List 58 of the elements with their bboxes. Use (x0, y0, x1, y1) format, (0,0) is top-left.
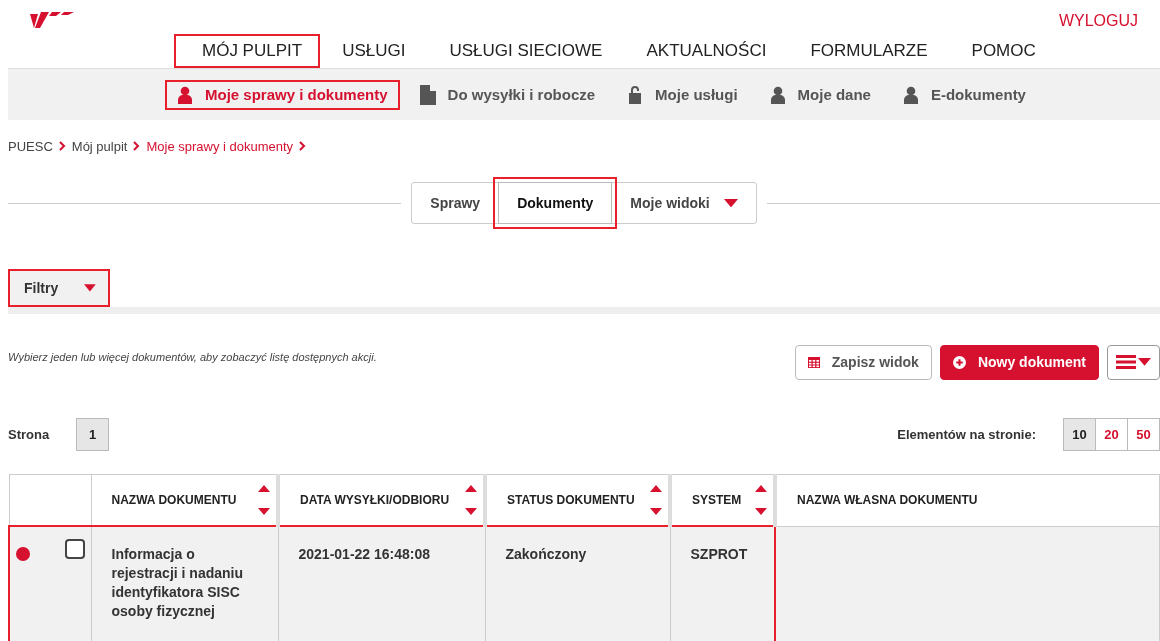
table-cell: Zakończony (505, 546, 587, 562)
table-cell-text: Informacja o rejestracji i nadaniu identyfikatora SISC osoby fizycznej (111, 545, 244, 621)
page-label: Strona (8, 426, 50, 442)
sort-arrows-icon[interactable] (258, 485, 270, 515)
user-icon (769, 85, 786, 104)
subnav-item[interactable]: Moje sprawy i dokumenty (165, 79, 400, 110)
logout-link[interactable]: WYLOGUJ (1058, 12, 1138, 30)
breadcrumb-link[interactable]: PUESC (8, 138, 53, 154)
sort-arrows-icon[interactable] (650, 485, 662, 515)
column-header[interactable]: STATUS DOKUMENTU (507, 493, 635, 507)
unlocked-padlock-icon (627, 85, 644, 104)
nav-item[interactable]: FORMULARZE (788, 34, 950, 68)
nav-item[interactable]: USŁUGI SIECIOWE (427, 34, 625, 68)
nav-item[interactable]: USŁUGI (320, 34, 428, 68)
sort-arrows-icon[interactable] (755, 485, 767, 515)
table-grid-icon (807, 356, 820, 368)
view-tab[interactable]: Sprawy (412, 183, 499, 223)
table-row[interactable]: Informacja o rejestracji i nadaniu identyfikatora SISC osoby fizycznej 2021-01-22 16:48:08 Zakończony SZPROT (9, 526, 1160, 641)
view-tab[interactable]: Moje widoki (612, 183, 756, 223)
hint-text: Wybierz jeden lub więcej dokumentów, aby zobaczyć listę dostępnych akcji. (8, 351, 377, 363)
filters-button[interactable]: Filtry (8, 269, 110, 307)
row-checkbox[interactable] (64, 539, 85, 559)
document-icon (419, 84, 436, 105)
subnav-item[interactable]: Moje dane (757, 79, 883, 110)
table-cell: SZPROT (690, 546, 748, 562)
column-header[interactable]: NAZWA DOKUMENTU (111, 493, 237, 507)
nav-item[interactable]: POMOC (949, 34, 1058, 68)
chevron-right-icon (299, 141, 307, 151)
plus-circle-icon (952, 355, 966, 369)
breadcrumb-link[interactable]: Mój pulpit (71, 138, 128, 154)
subnav-item[interactable]: Do wysyłki i robocze (407, 78, 608, 111)
nav-item[interactable]: MÓJ PULPIT (174, 34, 321, 68)
nav-item[interactable]: AKTUALNOŚCI (624, 34, 789, 68)
menu-button[interactable] (1107, 344, 1160, 380)
save-view-button[interactable]: Zapisz widok (794, 344, 932, 380)
column-header[interactable]: DATA WYSYŁKI/ODBIORU (300, 493, 450, 507)
column-header[interactable]: NAZWA WŁASNA DOKUMENTU (797, 493, 978, 508)
user-icon (902, 85, 919, 104)
caret-icon (1138, 358, 1151, 366)
menu-icon (1116, 354, 1136, 370)
new-document-button[interactable]: Nowy dokument (939, 344, 1099, 380)
column-header[interactable]: SYSTEM (692, 493, 742, 507)
per-page-button[interactable]: 50 (1127, 417, 1160, 451)
page-button[interactable]: 1 (76, 417, 110, 451)
table-cell: 2021-01-22 16:48:08 (298, 546, 431, 562)
caret-icon (723, 198, 738, 208)
user-icon (177, 85, 193, 104)
caret-icon (84, 284, 96, 292)
per-page-label: Elementów na stronie: (897, 426, 1036, 442)
breadcrumb-link[interactable]: Moje sprawy i dokumenty (146, 138, 294, 154)
subnav-item[interactable]: E-dokumenty (890, 79, 1038, 110)
logo[interactable] (30, 10, 76, 28)
per-page-button[interactable]: 20 (1095, 417, 1128, 451)
subnav-item[interactable]: Moje usługi (615, 79, 750, 110)
per-page-button[interactable]: 10 (1063, 417, 1096, 451)
sort-arrows-icon[interactable] (465, 485, 477, 515)
chevron-right-icon (133, 141, 141, 151)
chevron-right-icon (58, 141, 66, 151)
